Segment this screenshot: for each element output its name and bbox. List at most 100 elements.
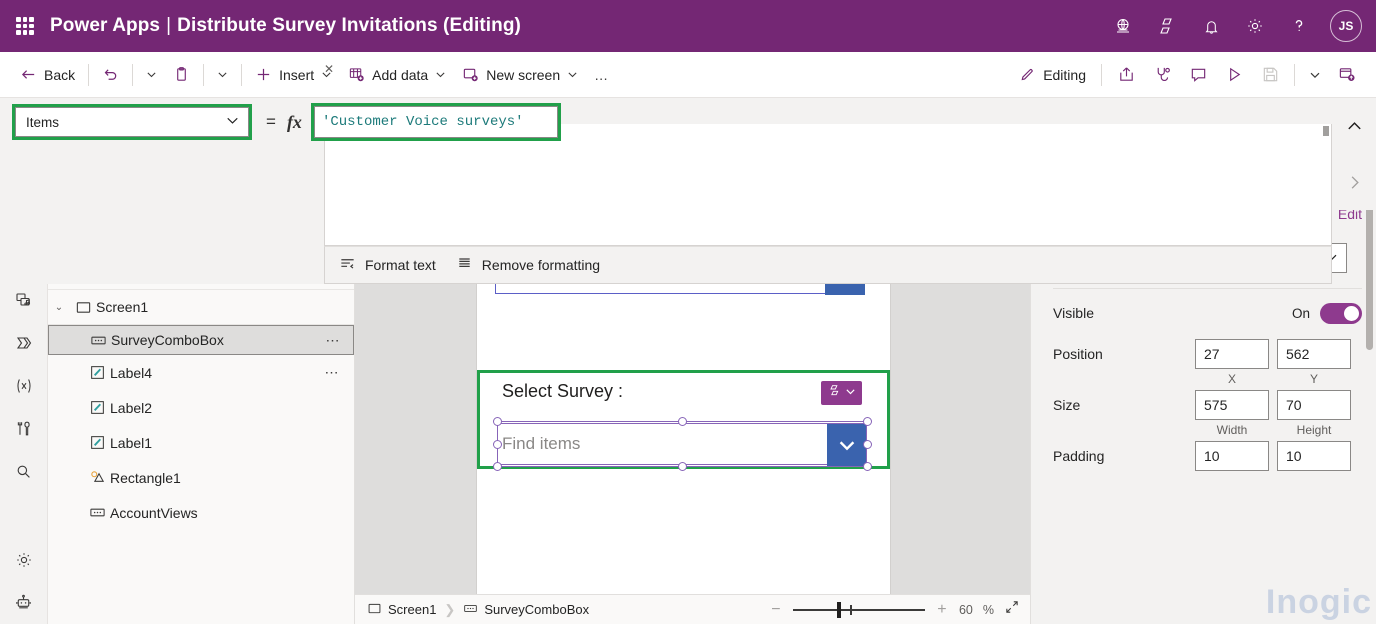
tree-item-rectangle1[interactable]: Rectangle1 (48, 460, 354, 495)
size-width-input[interactable]: 575 (1195, 390, 1269, 420)
resize-handle-ne[interactable] (863, 417, 872, 426)
add-data-label: Add data (372, 66, 429, 83)
rail-copilot-bot-icon[interactable] (0, 581, 48, 624)
help-question-icon[interactable] (1280, 7, 1318, 45)
visible-label: Visible (1053, 305, 1094, 321)
paste-button[interactable] (165, 59, 198, 91)
paste-dropdown[interactable] (209, 59, 236, 91)
brand-title: Power Apps | Distribute Survey Invitations… (50, 15, 521, 37)
combobox-chevron-down-icon[interactable] (827, 424, 867, 466)
power-apps-studio: Power Apps | Distribute Survey Invitations… (0, 0, 1376, 624)
user-avatar[interactable]: JS (1330, 10, 1362, 42)
visible-toggle[interactable] (1320, 302, 1362, 324)
zoom-out-button[interactable]: − (769, 601, 783, 619)
tree-item-label: Rectangle1 (110, 469, 181, 486)
tree-item-more-icon[interactable]: ⋯ (325, 364, 345, 381)
editing-mode-button[interactable]: Editing (1011, 59, 1094, 91)
right-panel-expand-chevron-right-icon[interactable] (1332, 154, 1376, 210)
padding-top-input[interactable]: 10 (1277, 441, 1351, 471)
rail-media-icon[interactable] (0, 278, 48, 321)
breadcrumb-surveycombobox[interactable]: SurveyComboBox (463, 601, 589, 619)
save-icon[interactable] (1253, 59, 1287, 91)
rail-variables-icon[interactable] (0, 364, 48, 407)
status-bar: Screen1 ❯ SurveyComboBox − + 60 % (355, 594, 1030, 624)
surveycombobox-selection-card[interactable]: Select Survey : Find items (477, 370, 890, 471)
zoom-slider-tick (849, 604, 852, 615)
combobox-icon (84, 504, 110, 521)
add-data-button[interactable]: Add data (340, 59, 454, 91)
zoom-slider-thumb[interactable] (836, 601, 841, 618)
share-icon[interactable] (1109, 59, 1143, 91)
undo-button[interactable] (94, 59, 127, 91)
zoom-in-button[interactable]: + (935, 601, 949, 619)
power-platform-icon[interactable] (1148, 7, 1186, 45)
rail-settings-gear-icon[interactable] (0, 538, 48, 581)
rail-power-automate-icon[interactable] (0, 321, 48, 364)
undo-icon (102, 66, 119, 83)
undo-dropdown[interactable] (138, 59, 165, 91)
editing-label: Editing (1043, 66, 1086, 83)
property-row-position: Position 27 X 562 Y (1053, 335, 1362, 386)
resize-handle-sw[interactable] (493, 462, 502, 471)
fit-to-screen-icon[interactable] (1004, 599, 1020, 620)
format-text-icon (339, 255, 356, 275)
formula-input-highlight: 'Customer Voice surveys' (310, 103, 561, 141)
position-x-input[interactable]: 27 (1195, 339, 1269, 369)
new-screen-button[interactable]: New screen (454, 59, 586, 91)
rail-tools-icon[interactable] (0, 407, 48, 450)
tree-item-more-icon[interactable]: ⋯ (326, 332, 346, 349)
more-commands-button[interactable]: … (586, 59, 618, 91)
screen-icon (367, 601, 382, 619)
rail-search-icon[interactable] (0, 450, 48, 493)
size-height-input[interactable]: 70 (1277, 390, 1351, 420)
chevron-down-icon (845, 384, 856, 402)
tree-item-surveycombobox[interactable]: SurveyComboBox ⋯ (48, 325, 354, 355)
formula-bar-collapse-chevron-up-icon[interactable] (1332, 98, 1376, 154)
publish-icon[interactable] (1330, 59, 1364, 91)
remove-formatting-button[interactable]: Remove formatting (456, 255, 600, 275)
resize-handle-e[interactable] (863, 440, 872, 449)
back-button[interactable]: Back (12, 59, 83, 91)
publish-dropdown-chevron-icon[interactable] (1302, 59, 1328, 91)
tree-item-label2[interactable]: Label2 (48, 390, 354, 425)
tree-item-label4[interactable]: Label4 ⋯ (48, 355, 354, 390)
title-separator: | (166, 15, 172, 36)
combobox-icon (463, 601, 478, 619)
size-height-caption: Height (1296, 423, 1332, 437)
tree-view-close-overlap-icon[interactable]: ✕ (324, 62, 334, 76)
preview-play-icon[interactable] (1217, 59, 1251, 91)
resize-handle-w[interactable] (493, 440, 502, 449)
position-y-input[interactable]: 562 (1277, 339, 1351, 369)
resize-handle-n[interactable] (678, 417, 687, 426)
tree-item-label1[interactable]: Label1 (48, 425, 354, 460)
tree-item-screen1[interactable]: ⌄ Screen1 (48, 290, 354, 325)
screen1-canvas[interactable]: Find items Select Survey : Find items (477, 258, 890, 624)
app-checker-icon[interactable] (1145, 59, 1179, 91)
back-label: Back (44, 66, 76, 83)
padding-left-input[interactable]: 10 (1195, 441, 1269, 471)
notifications-bell-icon[interactable] (1192, 7, 1230, 45)
title-bar-actions: JS (1104, 7, 1376, 45)
tree-item-label: Label4 (110, 364, 153, 381)
surveycombobox-control[interactable]: Find items (497, 423, 867, 466)
breadcrumb-screen1[interactable]: Screen1 (367, 601, 436, 619)
resize-handle-se[interactable] (863, 462, 872, 471)
resize-handle-s[interactable] (678, 462, 687, 471)
resize-handle-nw[interactable] (493, 417, 502, 426)
comments-icon[interactable] (1181, 59, 1215, 91)
data-source-badge[interactable] (821, 381, 862, 405)
chevron-down-icon[interactable]: ⌄ (48, 302, 70, 313)
property-selector[interactable]: Items (15, 107, 249, 137)
zoom-controls: − + 60 % (769, 599, 1030, 620)
settings-gear-icon[interactable] (1236, 7, 1274, 45)
formula-bar-top-row: Items = fx 'Customer Voice surveys' (0, 98, 1332, 146)
format-text-button[interactable]: Format text (339, 255, 436, 275)
tree-item-accountviews[interactable]: AccountViews (48, 495, 354, 530)
environment-icon[interactable] (1104, 7, 1142, 45)
formula-input[interactable]: 'Customer Voice surveys' (313, 106, 558, 138)
app-launcher-waffle-icon[interactable] (16, 17, 34, 35)
select-survey-label: Select Survey : (502, 381, 624, 401)
formula-bar: Items = fx 'Customer Voice surveys' Form… (0, 98, 1332, 284)
zoom-value: 60 (958, 602, 973, 617)
zoom-slider[interactable] (792, 601, 925, 618)
